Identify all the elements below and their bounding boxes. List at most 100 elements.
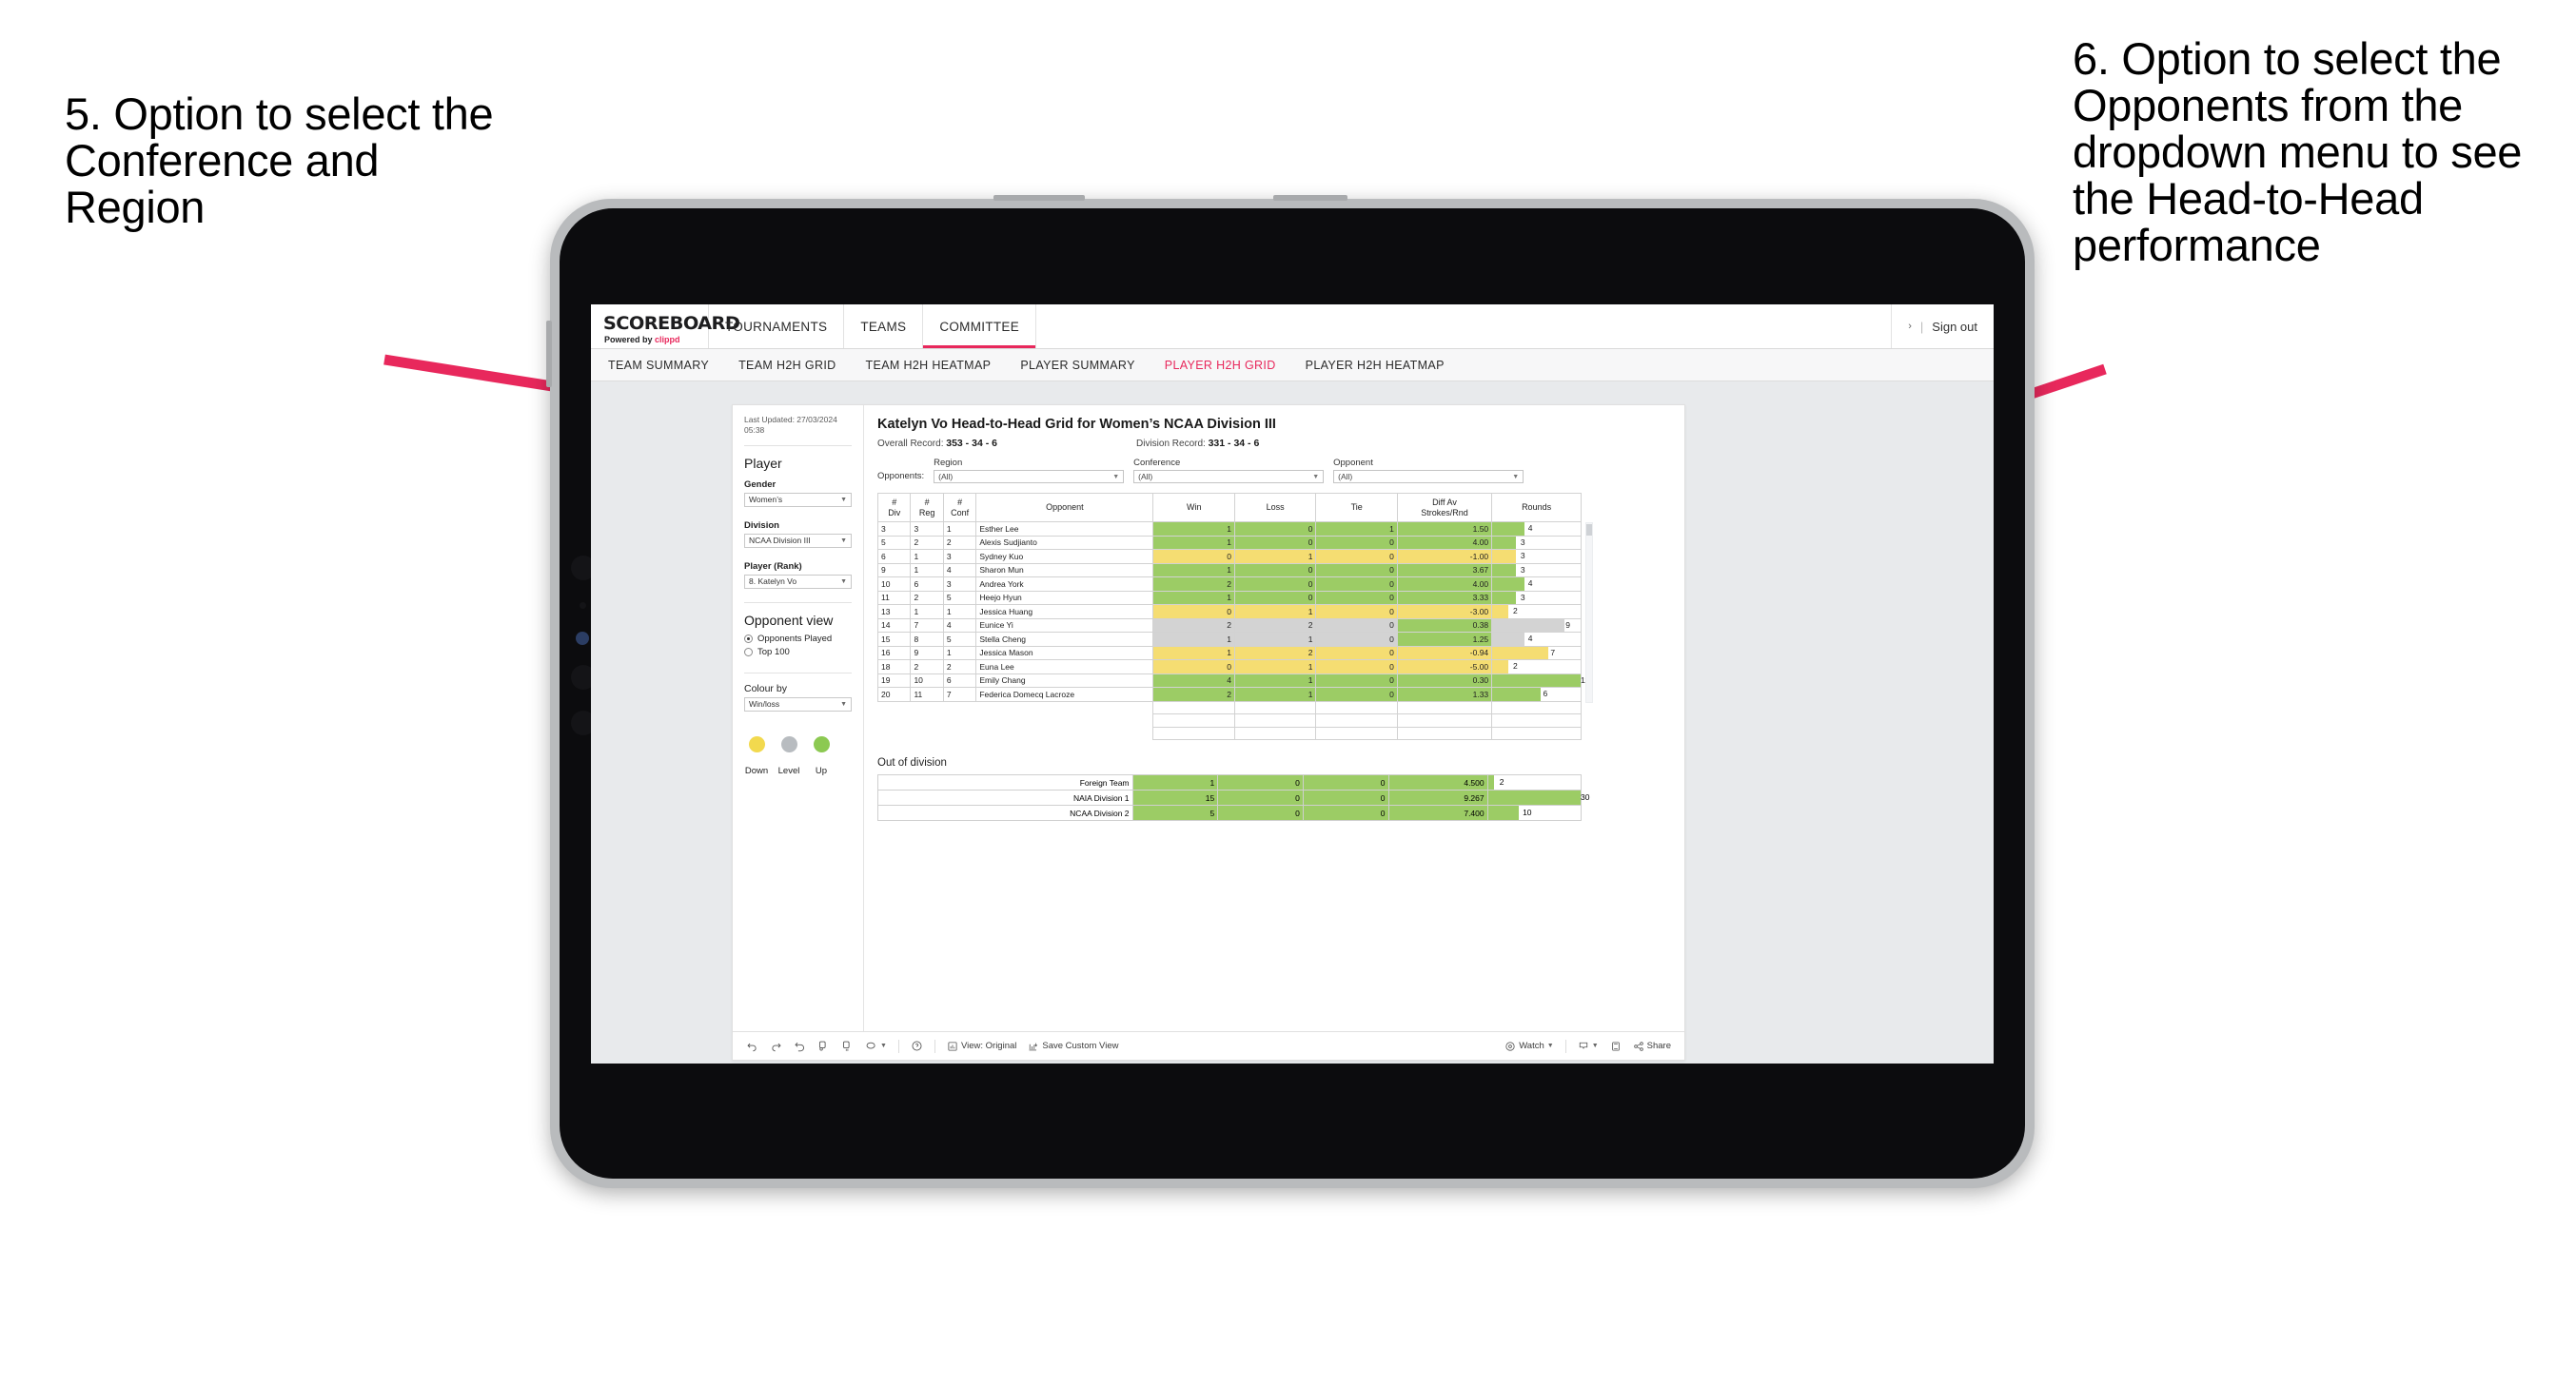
- division-filter-group: Division NCAA Division III ▼: [744, 520, 852, 548]
- conference-filter-select[interactable]: (All) ▼: [1133, 470, 1325, 483]
- chevron-down-icon: ▼: [1112, 473, 1120, 480]
- nav-item-committee[interactable]: COMMITTEE: [923, 304, 1037, 348]
- tab-player-h2h-heatmap[interactable]: PLAYER H2H HEATMAP: [1306, 359, 1445, 372]
- table-row[interactable]: 20 11 7 Federica Domecq Lacroze 2 1 0 1.33 6: [876, 687, 1582, 702]
- rounds-value: 3: [1520, 551, 1525, 560]
- table-row[interactable]: 16 9 1 Jessica Mason 1 2 0 -0.94 7: [876, 645, 1582, 660]
- table-row[interactable]: NAIA Division 1 15 0 0 9.267 30: [877, 790, 1589, 806]
- col-conf[interactable]: # Conf: [942, 493, 977, 522]
- col-win[interactable]: Win: [1152, 493, 1235, 522]
- divider: [934, 1039, 935, 1053]
- table-row[interactable]: 14 7 4 Eunice Yi 2 2 0 0.38 9: [876, 617, 1582, 633]
- col-div[interactable]: # Div: [876, 493, 912, 522]
- nav-item-tournaments[interactable]: TOURNAMENTS: [709, 304, 845, 348]
- table-row[interactable]: 3 3 1 Esther Lee 1 0 1 1.50 4: [876, 521, 1582, 537]
- redo-icon[interactable]: [770, 1040, 782, 1052]
- chevron-right-icon[interactable]: ›: [1908, 321, 1912, 332]
- logo-powered-text: Powered by: [604, 335, 656, 344]
- cell-loss: 0: [1217, 790, 1304, 806]
- cell-tie: 0: [1302, 774, 1389, 791]
- table-row[interactable]: 15 8 5 Stella Cheng 1 1 0 1.25 4: [876, 632, 1582, 647]
- table-row[interactable]: 10 6 3 Andrea York 2 0 0 4.00 4: [876, 576, 1582, 592]
- cell-opponent: Esther Lee: [975, 521, 1154, 537]
- app-logo[interactable]: SCOREBOARD Powered by clippd: [591, 304, 740, 348]
- refresh-icon[interactable]: [841, 1040, 854, 1052]
- table-row[interactable]: 11 2 5 Heejo Hyun 1 0 0 3.33 3: [876, 590, 1582, 605]
- table-row[interactable]: 5 2 2 Alexis Sudjianto 1 0 0 4.00 3: [876, 535, 1582, 550]
- table-row-empty: [877, 713, 1582, 728]
- tablet-side-button[interactable]: [546, 321, 552, 387]
- table-row[interactable]: 6 1 3 Sydney Kuo 0 1 0 -1.00 3: [876, 549, 1582, 564]
- sign-out-button[interactable]: Sign out: [1932, 320, 1977, 334]
- tab-player-h2h-grid[interactable]: PLAYER H2H GRID: [1165, 359, 1276, 372]
- scrollbar-thumb[interactable]: [1586, 524, 1592, 536]
- tablet-power-button[interactable]: [993, 195, 1085, 201]
- tablet-screen: SCOREBOARD Powered by clippd TOURNAMENTS…: [591, 304, 1994, 1064]
- tab-team-summary[interactable]: TEAM SUMMARY: [608, 359, 709, 372]
- region-filter-value: (All): [938, 472, 954, 481]
- cell-rounds: 2: [1491, 659, 1582, 674]
- colour-by-select[interactable]: Win/loss ▼: [744, 696, 852, 712]
- help-icon[interactable]: [911, 1040, 923, 1052]
- tab-team-h2h-heatmap[interactable]: TEAM H2H HEATMAP: [866, 359, 992, 372]
- conference-filter-label: Conference: [1133, 458, 1181, 468]
- table-row[interactable]: 18 2 2 Euna Lee 0 1 0 -5.00 2: [876, 659, 1582, 674]
- undo-icon[interactable]: [746, 1040, 758, 1052]
- table-row[interactable]: 19106Emily Chang4100.3011: [876, 673, 1589, 688]
- grid-vertical-scrollbar[interactable]: [1585, 522, 1593, 703]
- rounds-value: 7: [1550, 647, 1556, 657]
- view-original-button[interactable]: View: Original: [947, 1041, 1016, 1052]
- player-rank-select[interactable]: 8. Katelyn Vo ▼: [744, 574, 852, 589]
- opponent-filter-select[interactable]: (All) ▼: [1333, 470, 1524, 483]
- legend-label-level: Level: [777, 765, 800, 776]
- cell-conf: 3: [942, 576, 977, 592]
- col-reg[interactable]: # Reg: [910, 493, 944, 522]
- player-rank-filter-group: Player (Rank) 8. Katelyn Vo ▼: [744, 561, 852, 589]
- pan-icon[interactable]: ▼: [865, 1040, 887, 1052]
- revert-icon[interactable]: [794, 1040, 806, 1052]
- cell-div: 15: [876, 632, 912, 647]
- cell-reg: 9: [910, 645, 944, 660]
- table-row[interactable]: Foreign Team 1 0 0 4.500 2: [877, 774, 1583, 791]
- cell-tie: 0: [1315, 549, 1398, 564]
- gender-filter-group: Gender Women’s ▼: [744, 479, 852, 507]
- cell-loss: 0: [1233, 535, 1317, 550]
- nav-item-teams[interactable]: TEAMS: [844, 304, 924, 348]
- cell-empty: [877, 701, 911, 714]
- cell-empty: [1491, 700, 1582, 714]
- radio-top-100[interactable]: Top 100: [744, 647, 852, 657]
- viz-title: Katelyn Vo Head-to-Head Grid for Women’s…: [877, 417, 1276, 432]
- watch-button[interactable]: Watch ▼: [1504, 1041, 1554, 1052]
- save-custom-view-button[interactable]: Save Custom View: [1028, 1041, 1118, 1052]
- fullscreen-icon[interactable]: [1610, 1041, 1622, 1052]
- table-row[interactable]: 9 1 4 Sharon Mun 1 0 0 3.67 3: [876, 562, 1582, 577]
- chevron-down-icon: ▼: [1312, 473, 1320, 480]
- tablet-volume-button[interactable]: [1273, 195, 1347, 201]
- tab-player-summary[interactable]: PLAYER SUMMARY: [1020, 359, 1134, 372]
- cell-conf: 2: [942, 535, 977, 550]
- col-div-line2: Div: [888, 507, 901, 517]
- col-diff-av-strokes[interactable]: Diff Av Strokes/Rnd: [1396, 493, 1493, 522]
- table-row[interactable]: 13 1 1 Jessica Huang 0 1 0 -3.00 2: [876, 604, 1582, 619]
- col-tie[interactable]: Tie: [1315, 493, 1398, 522]
- annotation-left: 5. Option to select the Conference and R…: [65, 88, 494, 232]
- rounds-bar: [1492, 633, 1524, 646]
- region-filter-select[interactable]: (All) ▼: [934, 470, 1125, 483]
- col-loss[interactable]: Loss: [1233, 493, 1317, 522]
- col-opponent[interactable]: Opponent: [975, 493, 1154, 522]
- viz-bottom-toolbar: ▼ View: Original Save Custom View Watch ▼…: [733, 1031, 1684, 1060]
- col-rounds[interactable]: Rounds: [1491, 493, 1582, 522]
- cell-rounds: 3: [1491, 549, 1582, 564]
- download-icon[interactable]: ▼: [1578, 1041, 1599, 1052]
- cell-rounds: 10: [1486, 805, 1583, 821]
- cell-group-label: Foreign Team: [877, 774, 1133, 791]
- share-button[interactable]: Share: [1633, 1041, 1671, 1052]
- cell-win: 15: [1131, 790, 1219, 806]
- gender-select[interactable]: Women’s ▼: [744, 492, 852, 507]
- tab-team-h2h-grid[interactable]: TEAM H2H GRID: [738, 359, 836, 372]
- cell-win: 1: [1152, 521, 1235, 537]
- table-row[interactable]: NCAA Division 2 5 0 0 7.400 10: [877, 805, 1583, 821]
- division-select[interactable]: NCAA Division III ▼: [744, 533, 852, 548]
- radio-opponents-played[interactable]: Opponents Played: [744, 634, 852, 644]
- pause-refresh-icon[interactable]: [817, 1040, 830, 1052]
